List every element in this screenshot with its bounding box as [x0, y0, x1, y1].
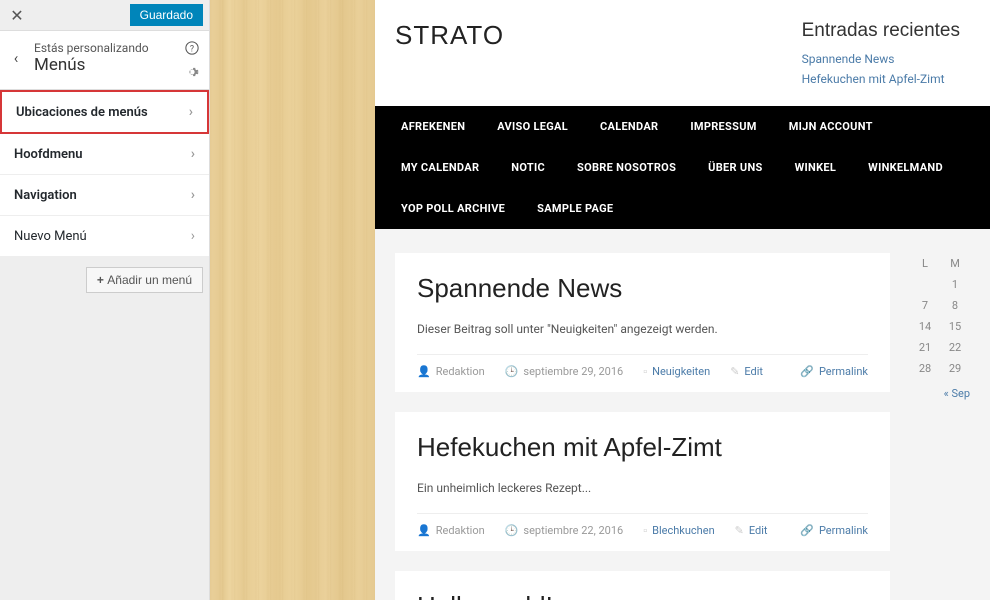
- nav-item[interactable]: MIJN ACCOUNT: [773, 106, 889, 147]
- cal-cell: 22: [945, 341, 965, 354]
- menu-item-label: Navigation: [14, 188, 77, 203]
- post-card: Hefekuchen mit Apfel-Zimt Ein unheimlich…: [395, 412, 890, 551]
- chevron-right-icon: ›: [191, 146, 195, 162]
- nav-item[interactable]: IMPRESSUM: [674, 106, 772, 147]
- nav-item[interactable]: ÜBER UNS: [692, 147, 778, 188]
- post-title[interactable]: Hefekuchen mit Apfel-Zimt: [417, 432, 868, 463]
- nav-item[interactable]: SOBRE NOSOTROS: [561, 147, 692, 188]
- menu-item-label: Nuevo Menú: [14, 229, 87, 244]
- post-excerpt: Ein unheimlich leckeres Rezept...: [417, 481, 868, 495]
- cal-cell: 8: [945, 299, 965, 312]
- menu-item-label: Hoofdmenu: [14, 147, 83, 162]
- post-date: septiembre 22, 2016: [523, 524, 623, 537]
- calendar-widget: L M 1 78 14 15 21 22 28 29 « Sep: [910, 253, 970, 600]
- clock-icon: 🕒: [505, 365, 519, 378]
- cal-day-label: L: [915, 257, 935, 270]
- pencil-icon: ✎: [735, 524, 744, 537]
- recent-entry-link[interactable]: Spannende News: [802, 52, 960, 66]
- permalink-link[interactable]: Permalink: [819, 365, 868, 378]
- nav-item[interactable]: AFREKENEN: [385, 106, 481, 147]
- post-category[interactable]: Blechkuchen: [652, 524, 715, 537]
- nav-item[interactable]: AVISO LEGAL: [481, 106, 584, 147]
- user-icon: 👤: [417, 365, 431, 378]
- nav-item[interactable]: YOP POLL ARCHIVE: [385, 188, 521, 229]
- close-button[interactable]: ✕: [6, 4, 28, 26]
- recent-entries-title: Entradas recientes: [802, 20, 960, 42]
- nav-item[interactable]: WINKELMAND: [852, 147, 959, 188]
- edit-link[interactable]: Edit: [749, 524, 768, 537]
- post-meta: 👤 Redaktion 🕒 septiembre 29, 2016 ▫ Neuigke…: [417, 354, 868, 378]
- cal-cell: 28: [915, 362, 935, 375]
- svg-text:?: ?: [190, 45, 194, 55]
- chevron-right-icon: ›: [189, 104, 193, 120]
- permalink-link[interactable]: Permalink: [819, 524, 868, 537]
- recent-entries-widget: Entradas recientes Spannende News Hefeku…: [802, 20, 960, 92]
- calendar-prev-link[interactable]: « Sep: [910, 387, 970, 400]
- content-area: Spannende News Dieser Beitrag soll unter…: [375, 229, 990, 600]
- customizing-label: Estás personalizando: [34, 41, 197, 55]
- post-card: Hello world!: [395, 571, 890, 600]
- link-icon: 🔗: [800, 365, 814, 378]
- help-icon[interactable]: ?: [185, 41, 199, 59]
- menu-list: Ubicaciones de menús › Hoofdmenu › Navig…: [0, 90, 209, 257]
- post-title[interactable]: Spannende News: [417, 273, 868, 304]
- nav-item[interactable]: NOTIC: [495, 147, 561, 188]
- header-text: Estás personalizando Menús: [28, 41, 197, 75]
- cal-cell: [915, 278, 935, 291]
- post-category[interactable]: Neuigkeiten: [652, 365, 710, 378]
- link-icon: 🔗: [800, 524, 814, 537]
- nav-item[interactable]: CALENDAR: [584, 106, 674, 147]
- cal-cell: 14: [915, 320, 935, 333]
- bookmark-icon: ▫: [643, 365, 647, 378]
- post-title[interactable]: Hello world!: [417, 591, 868, 600]
- clock-icon: 🕒: [505, 524, 519, 537]
- site-title[interactable]: STRATO: [395, 20, 504, 92]
- post-card: Spannende News Dieser Beitrag soll unter…: [395, 253, 890, 392]
- chevron-right-icon: ›: [191, 228, 195, 244]
- menu-item-ubicaciones[interactable]: Ubicaciones de menús ›: [0, 90, 209, 134]
- cal-cell: 29: [945, 362, 965, 375]
- cal-cell: 1: [945, 278, 965, 291]
- menu-item-label: Ubicaciones de menús: [16, 105, 148, 120]
- main-navigation: AFREKENEN AVISO LEGAL CALENDAR IMPRESSUM…: [375, 106, 990, 229]
- wood-background: [210, 0, 375, 600]
- nav-item[interactable]: SAMPLE PAGE: [521, 188, 629, 229]
- post-author: Redaktion: [436, 365, 485, 378]
- sidebar-header: ‹ Estás personalizando Menús ?: [0, 31, 209, 90]
- cal-cell: 15: [945, 320, 965, 333]
- posts-list: Spannende News Dieser Beitrag soll unter…: [395, 253, 890, 600]
- user-icon: 👤: [417, 524, 431, 537]
- cal-cell: 7: [915, 299, 935, 312]
- pencil-icon: ✎: [730, 365, 739, 378]
- menu-item-hoofdmenu[interactable]: Hoofdmenu ›: [0, 134, 209, 175]
- add-menu-button[interactable]: Añadir un menú: [86, 267, 203, 293]
- preview-header: STRATO Entradas recientes Spannende News…: [375, 0, 990, 106]
- gear-icon[interactable]: [185, 65, 199, 83]
- back-button[interactable]: ‹: [4, 49, 28, 67]
- recent-entry-link[interactable]: Hefekuchen mit Apfel-Zimt: [802, 72, 960, 86]
- chevron-right-icon: ›: [191, 187, 195, 203]
- section-title: Menús: [34, 55, 197, 75]
- post-author: Redaktion: [436, 524, 485, 537]
- site-preview: STRATO Entradas recientes Spannende News…: [375, 0, 990, 600]
- chevron-left-icon: ‹: [14, 49, 19, 67]
- post-date: septiembre 29, 2016: [523, 365, 623, 378]
- post-excerpt: Dieser Beitrag soll unter "Neuigkeiten" …: [417, 322, 868, 336]
- sidebar-top-bar: ✕ Guardado: [0, 0, 209, 31]
- cal-day-label: M: [945, 257, 965, 270]
- edit-link[interactable]: Edit: [744, 365, 763, 378]
- menu-item-navigation[interactable]: Navigation ›: [0, 175, 209, 216]
- post-meta: 👤 Redaktion 🕒 septiembre 22, 2016 ▫ Blechku…: [417, 513, 868, 537]
- nav-item[interactable]: MY CALENDAR: [385, 147, 495, 188]
- bookmark-icon: ▫: [643, 524, 647, 537]
- cal-cell: 21: [915, 341, 935, 354]
- calendar-head: L M: [910, 253, 970, 274]
- saved-button[interactable]: Guardado: [130, 4, 203, 26]
- customizer-sidebar: ✕ Guardado ‹ Estás personalizando Menús …: [0, 0, 210, 600]
- nav-item[interactable]: WINKEL: [779, 147, 853, 188]
- menu-item-nuevo[interactable]: Nuevo Menú ›: [0, 216, 209, 257]
